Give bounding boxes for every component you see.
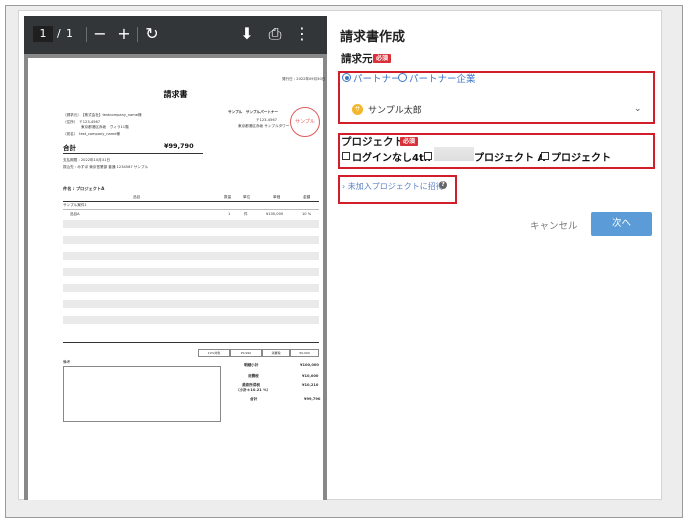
summary-label: 合計 <box>250 397 258 401</box>
due-line: 振込先 : みずほ 東京営業部 普通 1234567 サンプル <box>63 165 149 169</box>
project-label: プロジェクト <box>341 136 404 148</box>
partner-avatar: サ <box>352 104 363 115</box>
tax-cell: 消費税 <box>262 349 290 357</box>
sender-name: サンプル サンプルパートナー <box>228 110 279 114</box>
total-label: 合計 <box>63 144 76 152</box>
summary-value: ¥99,790 <box>304 397 321 401</box>
summary-value: ¥10,000 <box>302 374 319 378</box>
total-value: ¥99,790 <box>164 142 194 150</box>
toolbar-divider <box>137 27 138 42</box>
invoice-title: 請求書 <box>163 90 188 99</box>
redacted-project-name <box>434 147 474 161</box>
issue-date: 発行日 : 2022年09月30日 <box>282 77 326 81</box>
divider <box>63 153 203 154</box>
company-seal: サンプル <box>290 107 320 137</box>
tax-cell: 10%対象 <box>198 349 230 357</box>
table-cell: 1 <box>228 212 231 216</box>
next-button[interactable]: 次へ <box>591 212 652 236</box>
tax-cell: ¥9,990 <box>230 349 262 357</box>
zoom-out-icon[interactable]: − <box>91 24 109 44</box>
project-checkbox[interactable] <box>424 152 432 160</box>
required-badge: 必須 <box>400 137 419 146</box>
table-group: サンプル案件1 <box>63 203 87 207</box>
page-separator: / <box>57 27 61 40</box>
download-icon[interactable]: ⬇ <box>238 24 256 44</box>
table-header: 単価 <box>273 195 281 199</box>
toolbar-divider <box>86 27 87 42</box>
table-cell: 件 <box>244 212 248 216</box>
current-page-field[interactable]: 1 <box>33 26 53 42</box>
table-row <box>63 236 319 244</box>
summary-value: ¥10,210 <box>302 383 319 387</box>
table-divider <box>63 209 319 210</box>
more-options-icon[interactable]: ⋮ <box>293 24 311 44</box>
table-cell: ¥100,000 <box>266 212 284 216</box>
invite-project-link[interactable]: › 未加入プロジェクトに招待 <box>342 181 444 192</box>
pdf-page: 発行日 : 2022年09月30日 請求書 （請求元） 【株式会社】testco… <box>28 58 326 500</box>
rotate-icon[interactable]: ↻ <box>143 24 161 44</box>
table-header: 金額 <box>303 195 311 199</box>
project-option-label[interactable]: ログインなし4th <box>352 149 431 164</box>
partner-select[interactable]: サンプル太郎 <box>368 103 422 116</box>
table-row <box>63 300 319 308</box>
project-heading: 件名 : プロジェクトA <box>63 186 105 191</box>
notes-box <box>63 366 221 422</box>
project-option-label[interactable]: プロジェクト A <box>474 149 545 164</box>
tax-cell: ¥9,090 <box>290 349 319 357</box>
required-badge: 必須 <box>373 54 392 63</box>
summary-label: （小計＊10.21 %） <box>236 388 271 392</box>
table-cell: 品目A <box>70 212 80 216</box>
cancel-button[interactable]: キャンセル <box>530 218 578 232</box>
recipient-line: （請求元） 【株式会社】testcompany_name様 <box>63 113 142 117</box>
project-option-label[interactable]: プロジェクト <box>551 149 611 164</box>
notes-label: 備考 <box>63 360 71 364</box>
summary-label: 明細小計 <box>244 363 259 367</box>
project-checkbox[interactable] <box>342 152 350 160</box>
table-row <box>63 316 319 324</box>
recipient-line: （宛名） test_company_name様 <box>63 132 121 136</box>
radio-partner-company[interactable] <box>398 73 407 82</box>
table-header: 単位 <box>243 195 251 199</box>
sender-line: 東京都港区赤坂 サンプルタワー <box>238 124 290 128</box>
billing-from-label: 請求元 <box>341 53 373 65</box>
project-checkbox[interactable] <box>541 152 549 160</box>
total-pages: 1 <box>66 27 73 40</box>
table-header: 品目 <box>133 195 141 199</box>
table-header: 数量 <box>224 195 232 199</box>
radio-partner-label[interactable]: パートナー <box>353 71 401 85</box>
chevron-down-icon[interactable]: ⌄ <box>634 104 642 114</box>
invite-link-label: 未加入プロジェクトに招待 <box>347 182 444 191</box>
pdf-viewer: 1 / 1 − + ↻ ⬇ ⎙ ⋮ 発行日 : 2022年09月30日 請求書 … <box>24 16 327 500</box>
table-row <box>63 252 319 260</box>
table-row <box>63 268 319 276</box>
summary-value: ¥100,000 <box>300 363 319 367</box>
form-title: 請求書作成 <box>340 30 406 45</box>
sender-line: 〒123-4567 <box>256 118 277 122</box>
radio-partner-company-label[interactable]: パートナー企業 <box>409 71 476 85</box>
zoom-in-icon[interactable]: + <box>115 24 133 44</box>
table-row <box>63 284 319 292</box>
pdf-toolbar: 1 / 1 − + ↻ ⬇ ⎙ ⋮ <box>24 16 327 54</box>
help-icon[interactable]: ? <box>439 181 447 189</box>
table-cell: 10 % <box>302 212 312 216</box>
print-icon[interactable]: ⎙ <box>266 24 284 44</box>
table-row <box>63 220 319 228</box>
recipient-line: 東京都港区赤坂 ヴィラ11階 <box>63 125 129 129</box>
radio-partner[interactable] <box>342 73 351 82</box>
summary-label: 消費税 <box>248 374 259 378</box>
table-divider <box>63 201 319 202</box>
table-divider <box>63 342 319 343</box>
due-line: 支払期限 : 2022年10月31日 <box>63 158 110 162</box>
